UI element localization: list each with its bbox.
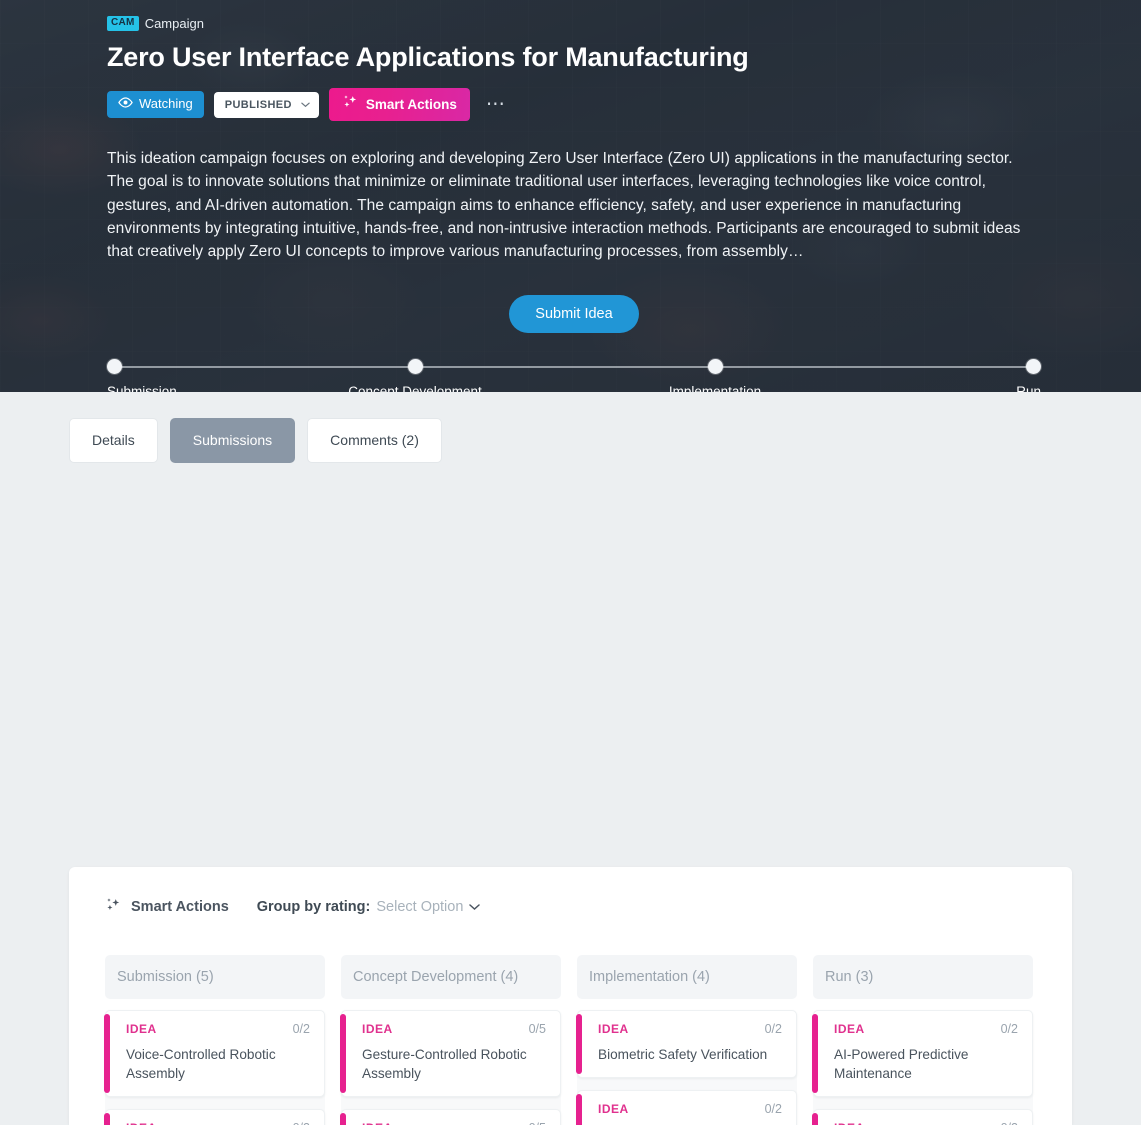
eye-icon xyxy=(118,96,133,112)
idea-card[interactable]: IDEA 0/2 AI-Powered Predictive Maintenan… xyxy=(812,1010,1033,1097)
card-title: Gesture-Controlled Robotic Assembly xyxy=(362,1047,527,1081)
group-by-selected-value: Select Option xyxy=(376,899,464,915)
idea-card[interactable]: IDEA 0/5 Gesture-Controlled Robotic Asse… xyxy=(340,1010,561,1097)
campaign-hero-banner: CAM Campaign Zero User Interface Applica… xyxy=(0,0,1141,392)
column-header: Run (3) xyxy=(813,955,1033,999)
card-type-label: IDEA xyxy=(362,1022,393,1036)
column-card-list[interactable]: IDEA 0/2 Voice-Controlled Robotic Assemb… xyxy=(104,1010,325,1125)
campaign-stage-stepper: Submission Concept Development Implement… xyxy=(107,359,1041,392)
card-score: 0/2 xyxy=(764,1102,782,1116)
tab-bar: Details Submissions Comments (2) xyxy=(0,392,1141,463)
step-label: Run xyxy=(1016,384,1041,392)
idea-card[interactable]: IDEA 0/2 AI-Driven Automated Workflow xyxy=(812,1109,1033,1125)
stepper-step-concept-development[interactable]: Concept Development xyxy=(348,359,549,392)
card-header: IDEA 0/2 xyxy=(598,1102,782,1116)
submissions-kanban-board: Submission (5) IDEA 0/2 Voice-Controlled… xyxy=(104,955,1033,1125)
card-header: IDEA 0/5 xyxy=(362,1121,546,1125)
chevron-down-icon xyxy=(301,98,310,112)
card-score: 0/2 xyxy=(1001,1121,1018,1125)
card-score: 0/2 xyxy=(292,1022,310,1036)
board-smart-actions-button[interactable]: Smart Actions xyxy=(105,897,229,917)
more-options-button[interactable]: ⋯ xyxy=(480,95,512,114)
stepper-step-submission[interactable]: Submission xyxy=(107,359,177,392)
board-toolbar: Smart Actions Group by rating: Select Op… xyxy=(69,867,1072,917)
card-header: IDEA 0/2 xyxy=(598,1022,782,1036)
page-body: Details Submissions Comments (2) Smart A… xyxy=(0,392,1141,1125)
step-dot-icon xyxy=(408,359,423,375)
card-header: IDEA 0/2 xyxy=(834,1022,1018,1036)
breadcrumb: CAM Campaign xyxy=(107,14,1041,32)
smart-actions-label: Smart Actions xyxy=(365,96,457,112)
card-score: 0/2 xyxy=(1000,1022,1018,1036)
sparkle-icon xyxy=(342,94,359,114)
board-column-implementation: Implementation (4) IDEA 0/2 Biometric Sa… xyxy=(576,955,797,1125)
hero-action-bar: Watching PUBLISHED Smart Actions ⋯ xyxy=(107,88,1041,121)
step-label: Submission xyxy=(107,384,177,392)
group-by-select[interactable]: Select Option xyxy=(376,899,481,915)
column-header: Submission (5) xyxy=(105,955,325,999)
card-header: IDEA 0/2 xyxy=(126,1022,310,1036)
card-title: Biometric Safety Verification xyxy=(598,1047,768,1062)
group-by-rating-control: Group by rating: Select Option xyxy=(257,899,481,915)
card-type-label: IDEA xyxy=(598,1022,629,1036)
stepper-track xyxy=(114,366,1034,369)
tab-comments[interactable]: Comments (2) xyxy=(307,418,442,463)
idea-card[interactable]: IDEA 0/2 Gesture-Controlled Robotic Assi… xyxy=(104,1109,325,1125)
card-type-label: IDEA xyxy=(126,1022,157,1036)
smart-actions-button[interactable]: Smart Actions xyxy=(328,88,470,121)
submit-idea-button[interactable]: Submit Idea xyxy=(509,295,639,334)
column-header: Concept Development (4) xyxy=(341,955,561,999)
watching-label: Watching xyxy=(139,96,193,111)
idea-card[interactable]: IDEA 0/2 Gesture-Based Quality Control xyxy=(576,1090,797,1125)
step-dot-icon xyxy=(708,359,723,375)
tab-submissions[interactable]: Submissions xyxy=(169,418,296,463)
step-label: Concept Development xyxy=(348,384,482,392)
stepper-step-run[interactable]: Run xyxy=(1016,359,1041,392)
card-type-label: IDEA xyxy=(834,1121,865,1125)
card-title: Voice-Controlled Robotic Assembly xyxy=(126,1047,276,1081)
idea-card[interactable]: IDEA 0/2 Voice-Controlled Robotic Assemb… xyxy=(104,1010,325,1097)
step-dot-icon xyxy=(107,359,122,375)
chevron-down-icon xyxy=(469,899,481,915)
idea-card[interactable]: IDEA 0/2 Biometric Safety Verification xyxy=(576,1010,797,1078)
card-header: IDEA 0/2 xyxy=(126,1121,310,1125)
card-type-label: IDEA xyxy=(598,1102,629,1116)
board-column-concept-development: Concept Development (4) IDEA 0/5 Gesture… xyxy=(340,955,561,1125)
tab-details[interactable]: Details xyxy=(69,418,158,463)
card-title: AI-Powered Predictive Maintenance xyxy=(834,1047,969,1081)
breadcrumb-label: Campaign xyxy=(144,15,204,31)
ellipsis-icon: ⋯ xyxy=(485,93,506,115)
watching-button[interactable]: Watching xyxy=(107,91,204,118)
card-score: 0/2 xyxy=(293,1121,310,1125)
column-card-list[interactable]: IDEA 0/5 Gesture-Controlled Robotic Asse… xyxy=(340,1010,561,1125)
column-card-list[interactable]: IDEA 0/2 Biometric Safety Verification I… xyxy=(576,1010,797,1125)
card-score: 0/2 xyxy=(764,1022,782,1036)
status-dropdown[interactable]: PUBLISHED xyxy=(213,91,319,118)
status-badge: PUBLISHED xyxy=(224,98,292,111)
step-label: Implementation xyxy=(668,384,762,392)
sparkle-icon xyxy=(105,897,122,917)
board-smart-actions-label: Smart Actions xyxy=(131,899,229,915)
idea-card[interactable]: IDEA 0/5 Voice-Controlled Assembly Line xyxy=(340,1109,561,1125)
card-type-label: IDEA xyxy=(834,1022,865,1036)
stepper-step-implementation[interactable]: Implementation xyxy=(669,359,807,392)
submissions-panel: Smart Actions Group by rating: Select Op… xyxy=(69,867,1072,1125)
card-header: IDEA 0/2 xyxy=(834,1121,1018,1125)
step-dot-icon xyxy=(1026,359,1041,375)
card-type-label: IDEA xyxy=(126,1121,157,1125)
column-card-list[interactable]: IDEA 0/2 AI-Powered Predictive Maintenan… xyxy=(812,1010,1033,1125)
card-score: 0/5 xyxy=(529,1121,546,1125)
submit-idea-wrap: Submit Idea xyxy=(107,295,1041,334)
page-title: Zero User Interface Applications for Man… xyxy=(107,42,749,72)
card-header: IDEA 0/5 xyxy=(362,1022,546,1036)
card-type-label: IDEA xyxy=(362,1121,393,1125)
group-by-label: Group by rating: xyxy=(256,899,371,915)
column-header: Implementation (4) xyxy=(577,955,797,999)
board-column-run: Run (3) IDEA 0/2 AI-Powered Predictive M… xyxy=(812,955,1033,1125)
card-score: 0/5 xyxy=(528,1022,546,1036)
cam-badge: CAM xyxy=(107,15,139,31)
campaign-description: This ideation campaign focuses on explor… xyxy=(107,150,1021,261)
board-column-submission: Submission (5) IDEA 0/2 Voice-Controlled… xyxy=(104,955,325,1125)
